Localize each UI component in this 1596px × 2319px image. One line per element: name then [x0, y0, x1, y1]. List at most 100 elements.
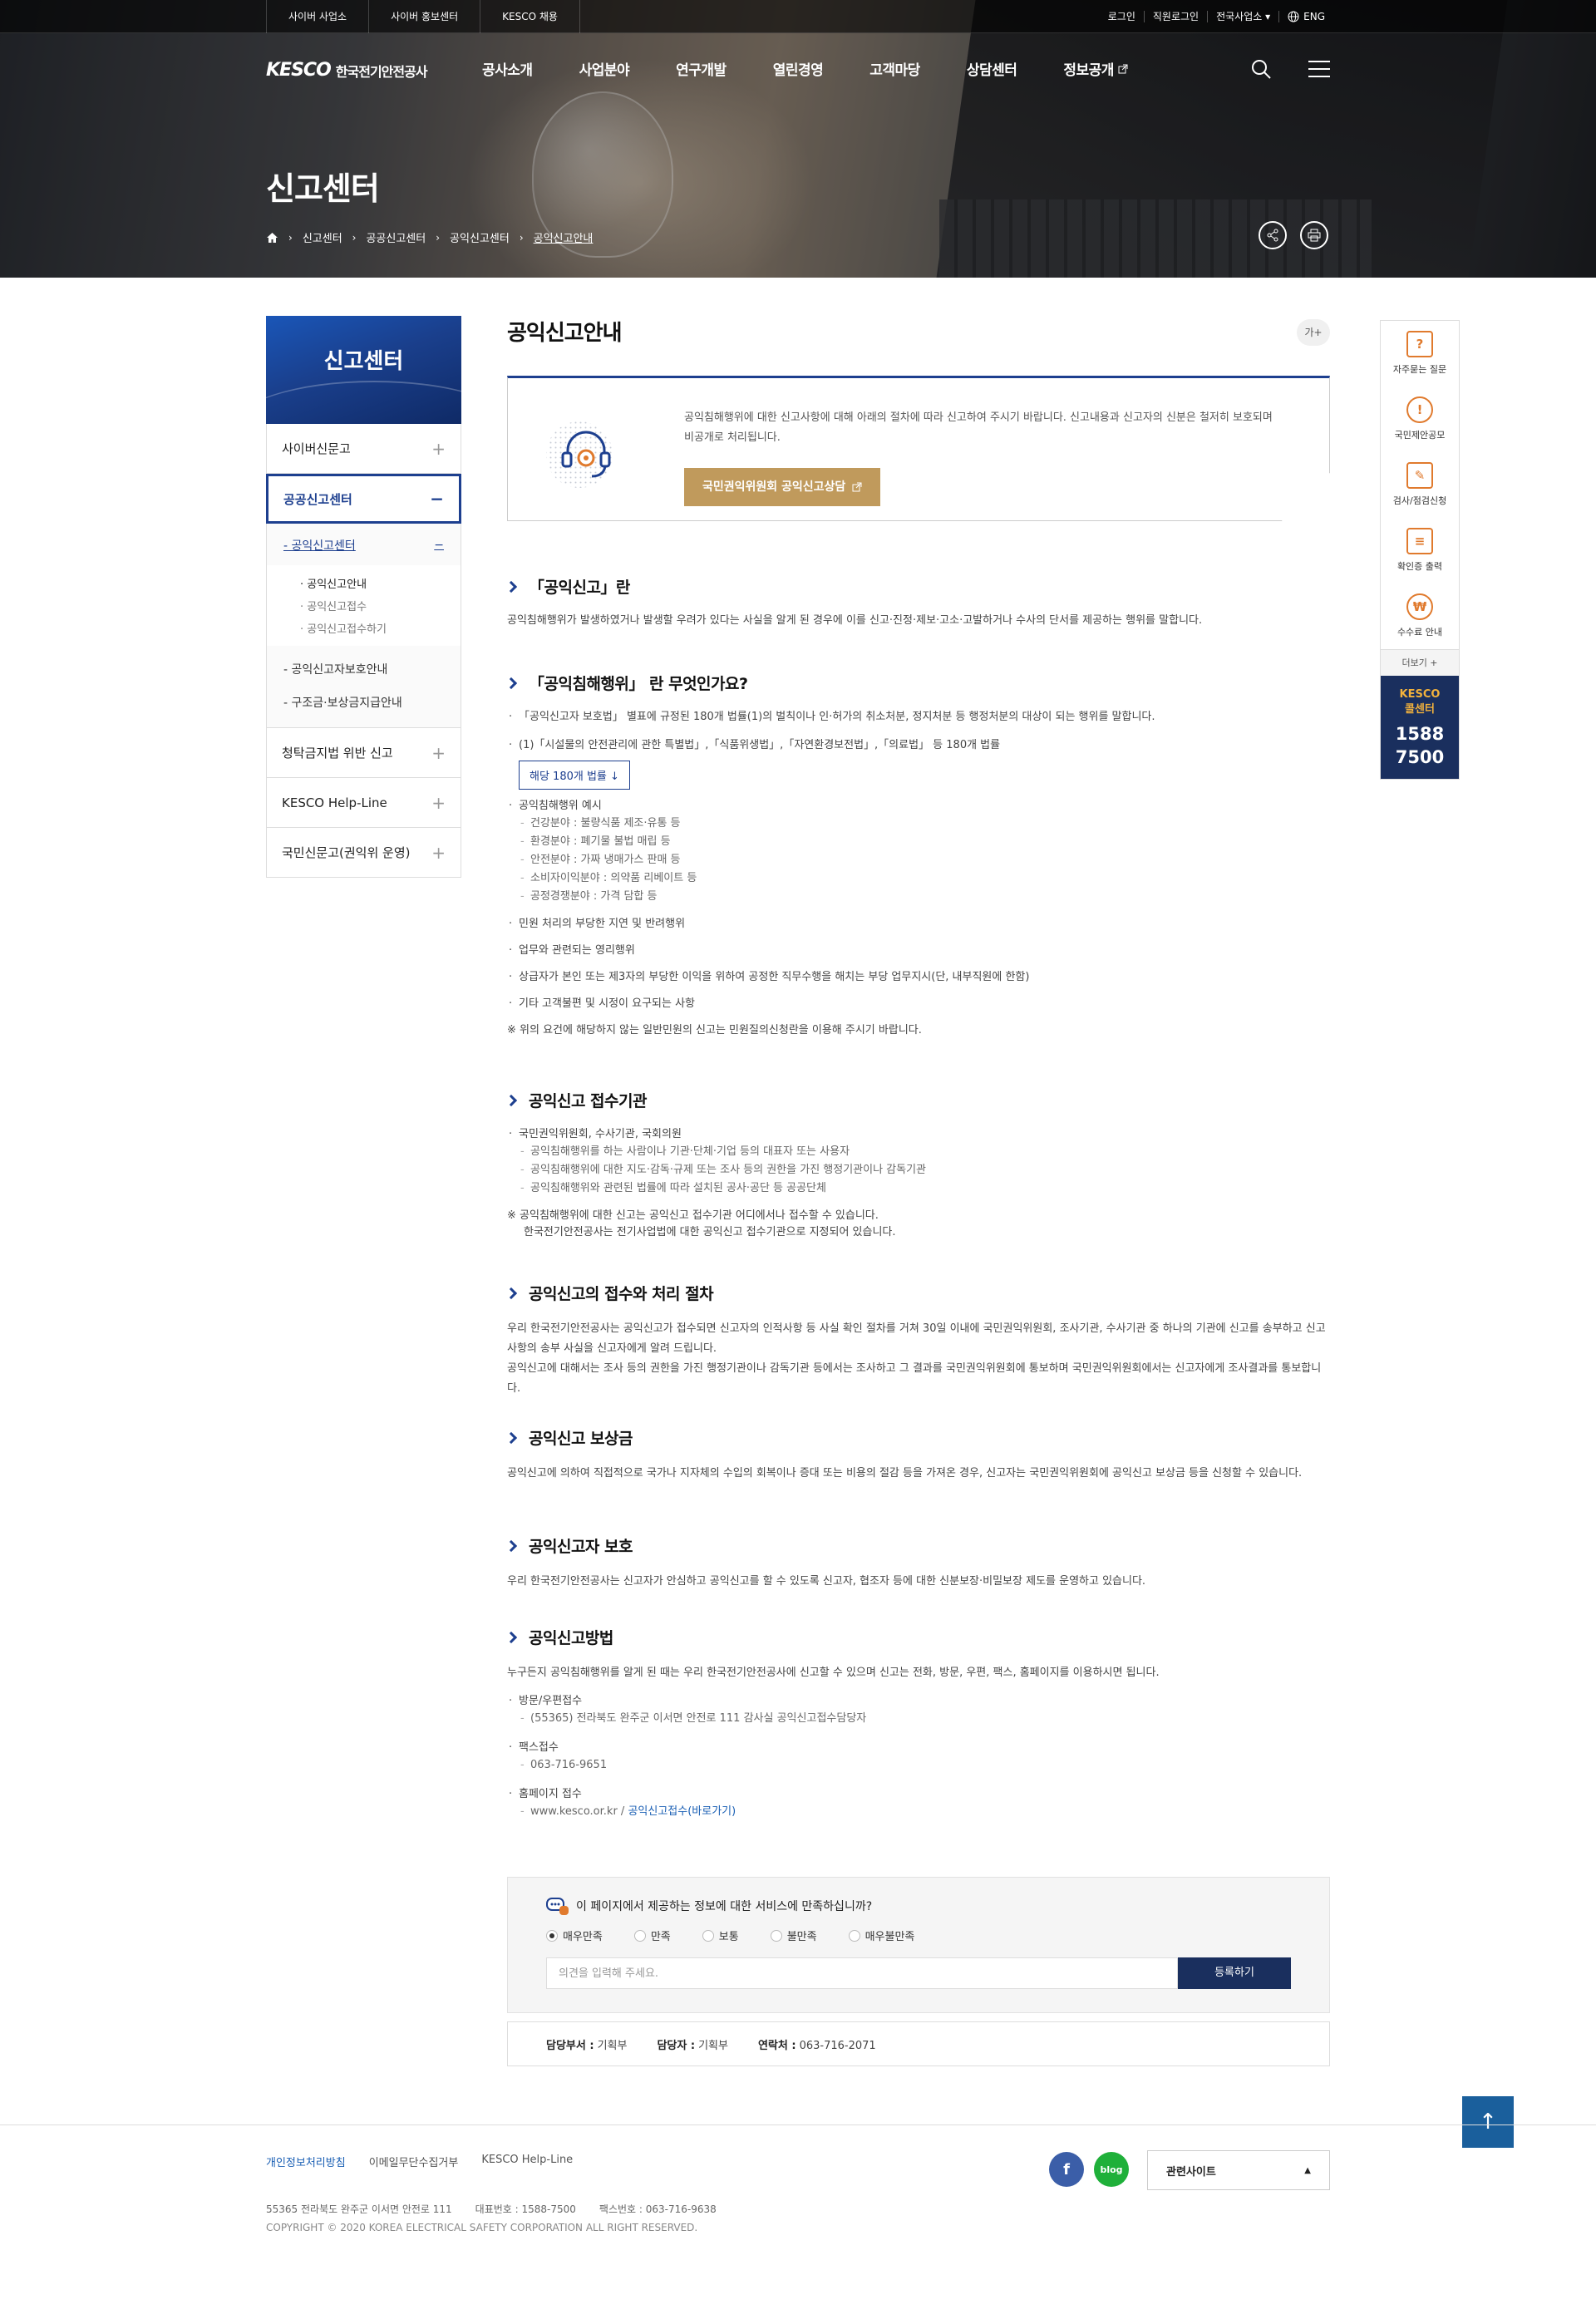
- quick-inspection[interactable]: ✎ 검사/점검신청: [1381, 452, 1459, 518]
- login-link[interactable]: 로그인: [1100, 11, 1144, 22]
- print-icon[interactable]: [1300, 221, 1328, 249]
- kesco-logo[interactable]: KESCO 한국전기안전공사: [266, 60, 428, 81]
- home-icon[interactable]: [266, 232, 278, 244]
- footer-helpline-link[interactable]: KESCO Help-Line: [481, 2154, 573, 2169]
- agency-item: 공익침해행위에 대한 지도·감독·규제 또는 조사 등의 권한을 가진 행정기관…: [507, 1161, 1330, 1179]
- blog-icon[interactable]: blog: [1094, 2152, 1129, 2187]
- list-item: 공익침해행위 예시: [507, 798, 1330, 815]
- topbar-link-cyber-pr[interactable]: 사이버 홍보센터: [368, 0, 480, 33]
- section-title: 공익신고의 접수와 처리 절차: [529, 1285, 714, 1303]
- lnb-d3-receipt[interactable]: · 공익신고접수: [267, 594, 461, 617]
- share-icon[interactable]: [1259, 221, 1287, 249]
- lnb-item-national-sinmungo[interactable]: 국민신문고(권익위 운영) +: [266, 828, 461, 878]
- agency-item: 공익침해행위를 하는 사람이나 기관·단체·기업 등의 대표자 또는 사용자: [507, 1143, 1330, 1161]
- breadcrumb-item[interactable]: 공익신고센터: [450, 229, 510, 245]
- survey-option-very-satisfied[interactable]: 매우만족: [546, 1928, 603, 1943]
- survey-option-satisfied[interactable]: 만족: [633, 1928, 671, 1943]
- section-title: 공익신고 보상금: [529, 1430, 633, 1448]
- search-icon[interactable]: [1250, 58, 1272, 80]
- quick-menu: ? 자주묻는 질문 ! 국민제안공모 ✎ 검사/점검신청 ≡ 확인증 출력 ₩ 수수료 안…: [1380, 320, 1460, 780]
- section-agencies: 공익신고 접수기관 국민권익위원회, 수사기관, 국회의원 공익침해행위를 하는…: [505, 1089, 1330, 1241]
- survey-submit-button[interactable]: 등록하기: [1178, 1957, 1291, 1989]
- lnb-item-anti-graft[interactable]: 청탁금지법 위반 신고 +: [266, 728, 461, 778]
- menu-consult[interactable]: 상담센터: [967, 58, 1017, 79]
- method-title: 방문/우편접수: [507, 1693, 1330, 1710]
- quick-faq[interactable]: ? 자주묻는 질문: [1381, 321, 1459, 386]
- main-navigation: KESCO 한국전기안전공사 공사소개 사업분야 연구개발 열린경영 고객마당 상…: [0, 33, 1596, 108]
- plus-icon: +: [431, 742, 446, 763]
- footer-copyright: COPYRIGHT © 2020 KOREA ELECTRICAL SAFETY…: [266, 2222, 698, 2233]
- section-definition: 「공익신고」란 공익침해행위가 발생하였거나 발생할 우려가 있다는 사실을 알…: [505, 575, 1330, 631]
- section-title: 「공익신고」란: [529, 579, 630, 597]
- intro-box: 공익침해행위에 대한 신고사항에 대해 아래의 절차에 따라 신고하여 주시기 …: [507, 376, 1331, 522]
- footer-email-link[interactable]: 이메일무단수집거부: [369, 2154, 459, 2169]
- globe-icon: [1288, 11, 1299, 22]
- lnb-d3-submit[interactable]: · 공익신고접수하기: [267, 617, 461, 639]
- menu-research[interactable]: 연구개발: [676, 58, 727, 79]
- survey-option-dissatisfied[interactable]: 불만족: [770, 1928, 817, 1943]
- survey-option-neutral[interactable]: 보통: [702, 1928, 739, 1943]
- section-text: 누구든지 공익침해행위를 알게 된 때는 우리 한국전기안전공사에 신고할 수 …: [507, 1667, 1160, 1679]
- lnb-sub-public-interest-center[interactable]: - 공익신고센터 −: [267, 529, 461, 562]
- quick-fee[interactable]: ₩ 수수료 안내: [1381, 583, 1459, 649]
- lnb-sub-reward-guide[interactable]: - 구조금·보상금지급안내: [267, 686, 461, 719]
- section-procedure: 공익신고의 접수와 처리 절차 우리 한국전기안전공사는 공익신고가 접수되면 …: [505, 1282, 1330, 1399]
- facebook-icon[interactable]: f: [1049, 2152, 1084, 2187]
- lnb-item-helpline[interactable]: KESCO Help-Line +: [266, 778, 461, 828]
- quick-certificate[interactable]: ≡ 확인증 출력: [1381, 518, 1459, 583]
- plus-icon: +: [431, 842, 446, 863]
- section-title: 공익신고방법: [529, 1629, 613, 1647]
- list-item: 상급자가 본인 또는 제3자의 부당한 이익을 위하여 공정한 직무수행을 해치…: [507, 969, 1330, 986]
- method-detail: 063-716-9651: [507, 1756, 1330, 1775]
- lnb-d3-guide[interactable]: · 공익신고안내: [267, 572, 461, 594]
- footer: 개인정보처리방침 이메일무단수집거부 KESCO Help-Line 55365…: [0, 2125, 1596, 2319]
- staff-login-link[interactable]: 직원로그인: [1143, 11, 1207, 22]
- related-sites-select[interactable]: 관련사이트 ▲: [1147, 2150, 1330, 2190]
- online-report-link[interactable]: 공익신고접수(바로가기): [628, 1805, 736, 1818]
- section-text: 공익신고에 의하여 직접적으로 국가나 지자체의 수입의 회복이나 증대 또는 …: [507, 1467, 1303, 1480]
- note-text: ※ 위의 요건에 해당하지 않는 일반민원의 신고는 민원질의신청란을 이용해 …: [507, 1024, 922, 1036]
- example-item: 공정경쟁분야 : 가격 담합 등: [507, 888, 1330, 906]
- breadcrumb-item[interactable]: 공공신고센터: [366, 229, 426, 245]
- page-visual-title: 신고센터: [266, 170, 380, 207]
- list-item: 국민권익위원회, 수사기관, 국회의원: [507, 1126, 1330, 1143]
- branch-dropdown[interactable]: 전국사업소 ▾: [1207, 11, 1278, 22]
- plus-icon: +: [431, 438, 446, 459]
- hamburger-menu-icon[interactable]: [1308, 61, 1330, 77]
- footer-privacy-link[interactable]: 개인정보처리방침: [266, 2154, 346, 2169]
- menu-about[interactable]: 공사소개: [482, 58, 533, 79]
- note-text: 한국전기안전공사는 전기사업법에 대한 공익신고 접수기관으로 지정되어 있습니…: [524, 1226, 896, 1238]
- menu-open-management[interactable]: 열린경영: [773, 58, 824, 79]
- topbar-link-recruit[interactable]: KESCO 채용: [480, 0, 580, 33]
- won-icon: ₩: [1406, 593, 1433, 620]
- minus-icon: −: [430, 489, 444, 509]
- survey-opinion-input[interactable]: [546, 1957, 1178, 1989]
- method-title: 팩스접수: [507, 1740, 1330, 1756]
- acrc-consult-button[interactable]: 국민권익위원회 공익신고상담: [684, 468, 881, 506]
- topbar-link-cyber-office[interactable]: 사이버 사업소: [266, 0, 368, 33]
- menu-business[interactable]: 사업분야: [579, 58, 630, 79]
- example-item: 환경분야 : 폐기물 불법 매립 등: [507, 833, 1330, 851]
- quick-proposal[interactable]: ! 국민제안공모: [1381, 386, 1459, 452]
- section-reward: 공익신고 보상금 공익신고에 의하여 직접적으로 국가나 지자체의 수입의 회복…: [505, 1426, 1330, 1484]
- example-item: 건강분야 : 불량식품 제조·유통 등: [507, 815, 1330, 833]
- breadcrumb-item[interactable]: 신고센터: [303, 229, 342, 245]
- section-text: 공익침해행위가 발생하였거나 발생할 우려가 있다는 사실을 알게 된 경우에 …: [507, 614, 1203, 627]
- section-title: 공익신고자 보호: [529, 1538, 633, 1556]
- menu-info-disclosure[interactable]: 정보공개: [1063, 58, 1128, 79]
- quick-more-button[interactable]: 더보기 +: [1381, 649, 1459, 676]
- menu-customer[interactable]: 고객마당: [869, 58, 920, 79]
- footer-tel: 대표번호 : 1588-7500: [475, 2203, 576, 2215]
- survey-option-very-dissatisfied[interactable]: 매우불만족: [848, 1928, 914, 1943]
- section-title: 「공익침해행위」 란 무엇인가요?: [529, 675, 748, 693]
- wrench-icon: ✎: [1406, 462, 1433, 489]
- lnb-sub-protection-guide[interactable]: - 공익신고자보호안내: [267, 652, 461, 686]
- list-item: 기타 고객불편 및 시정이 요구되는 사항: [507, 996, 1330, 1012]
- minus-icon: −: [434, 539, 444, 552]
- lnb-item-public-report-center[interactable]: 공공신고센터 −: [266, 474, 461, 524]
- law-list-download-button[interactable]: 해당 180개 법률 ↓: [519, 761, 630, 790]
- language-link[interactable]: ENG: [1278, 11, 1333, 22]
- method-detail: (55365) 전라북도 완주군 이서면 안전로 111 감사실 공익신고접수담…: [507, 1710, 1330, 1728]
- font-size-button[interactable]: 가+: [1297, 319, 1330, 346]
- lnb-item-cyber-sinmungo[interactable]: 사이버신문고 +: [266, 424, 461, 474]
